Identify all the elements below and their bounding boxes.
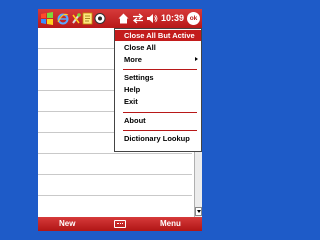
menu-item-exit[interactable]: Exit xyxy=(115,96,201,107)
menu-item-settings[interactable]: Settings xyxy=(115,72,201,83)
ruled-line xyxy=(38,195,192,196)
softkey-bar: New Menu xyxy=(38,217,202,231)
new-softkey[interactable]: New xyxy=(59,219,75,228)
volume-icon[interactable] xyxy=(146,12,158,25)
ok-button[interactable]: ok xyxy=(187,12,200,25)
scroll-down-button[interactable] xyxy=(195,207,202,216)
menu-item-more-label: More xyxy=(124,55,142,64)
menu-item-close-all[interactable]: Close All xyxy=(115,42,201,53)
menu-softkey[interactable]: Menu xyxy=(160,219,181,228)
menu-separator xyxy=(123,69,197,70)
windows-start-icon[interactable] xyxy=(40,12,54,25)
submenu-arrow-icon xyxy=(195,57,198,61)
disc-icon[interactable] xyxy=(94,12,106,25)
pocket-pc-screen: 10:39 ok New Menu Close All But Active C… xyxy=(38,9,202,231)
keyboard-icon[interactable] xyxy=(114,220,126,228)
menu-separator xyxy=(123,112,197,113)
context-menu: Close All But Active Close All More Sett… xyxy=(114,28,202,152)
sync-icon[interactable] xyxy=(132,12,144,25)
menu-item-about[interactable]: About xyxy=(115,115,201,126)
ruled-line xyxy=(38,153,192,154)
internet-explorer-icon[interactable] xyxy=(57,12,69,25)
menu-item-more[interactable]: More xyxy=(115,54,201,65)
menu-item-help[interactable]: Help xyxy=(115,84,201,95)
menu-item-dictionary-lookup[interactable]: Dictionary Lookup xyxy=(115,133,201,144)
title-bar: 10:39 ok xyxy=(38,9,202,28)
clock[interactable]: 10:39 xyxy=(161,13,184,23)
notes-icon[interactable] xyxy=(82,12,93,25)
menu-separator xyxy=(123,130,197,131)
ruled-line xyxy=(38,174,192,175)
arrow-down-icon xyxy=(197,210,201,213)
menu-item-close-all-but-active[interactable]: Close All But Active xyxy=(115,30,201,41)
home-icon[interactable] xyxy=(118,12,129,25)
tools-icon[interactable] xyxy=(71,12,81,25)
